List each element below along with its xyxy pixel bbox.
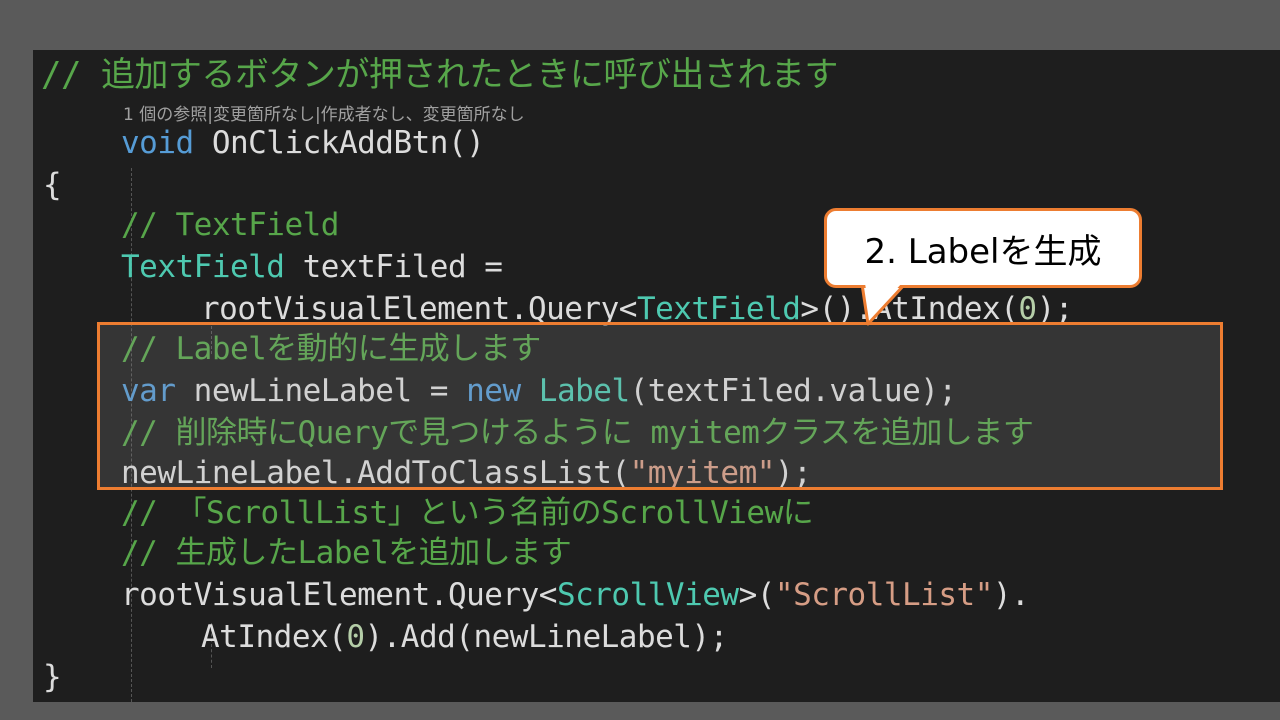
callout-text: 2. Labelを生成 — [864, 231, 1102, 272]
string-literal: "ScrollList" — [774, 577, 993, 613]
code-text: ). — [992, 577, 1030, 613]
code-line-2: { — [43, 167, 62, 203]
code-text: textFiled = — [284, 249, 503, 285]
keyword: void — [121, 125, 194, 161]
method-signature: OnClickAddBtn() — [193, 125, 485, 161]
code-line-1: void OnClickAddBtn() — [121, 122, 485, 164]
code-text: >( — [738, 577, 776, 613]
code-text: rootVisualElement.Query< — [121, 577, 557, 613]
code-line-3: // TextField — [121, 207, 339, 243]
code-text: ).Add(newLineLabel); — [364, 619, 728, 655]
type-name: ScrollView — [556, 577, 739, 613]
number-literal: 0 — [346, 619, 365, 655]
code-line-10: // 「ScrollList」という名前のScrollViewに — [121, 495, 814, 531]
code-line-12: rootVisualElement.Query<ScrollView>("Scr… — [121, 574, 1030, 616]
callout-bubble: 2. Labelを生成 — [824, 208, 1142, 288]
code-text: AtIndex( — [201, 619, 347, 655]
code-line-4: TextField textFiled = — [121, 246, 503, 288]
type-name: TextField — [121, 249, 285, 285]
code-line-11: // 生成したLabelを追加します — [121, 535, 572, 571]
highlight-box — [97, 322, 1223, 490]
code-line-14: } — [43, 659, 62, 695]
header-comment: // 追加するボタンが押されたときに呼び出されます — [41, 55, 838, 95]
code-line-13: AtIndex(0).Add(newLineLabel); — [201, 616, 728, 658]
